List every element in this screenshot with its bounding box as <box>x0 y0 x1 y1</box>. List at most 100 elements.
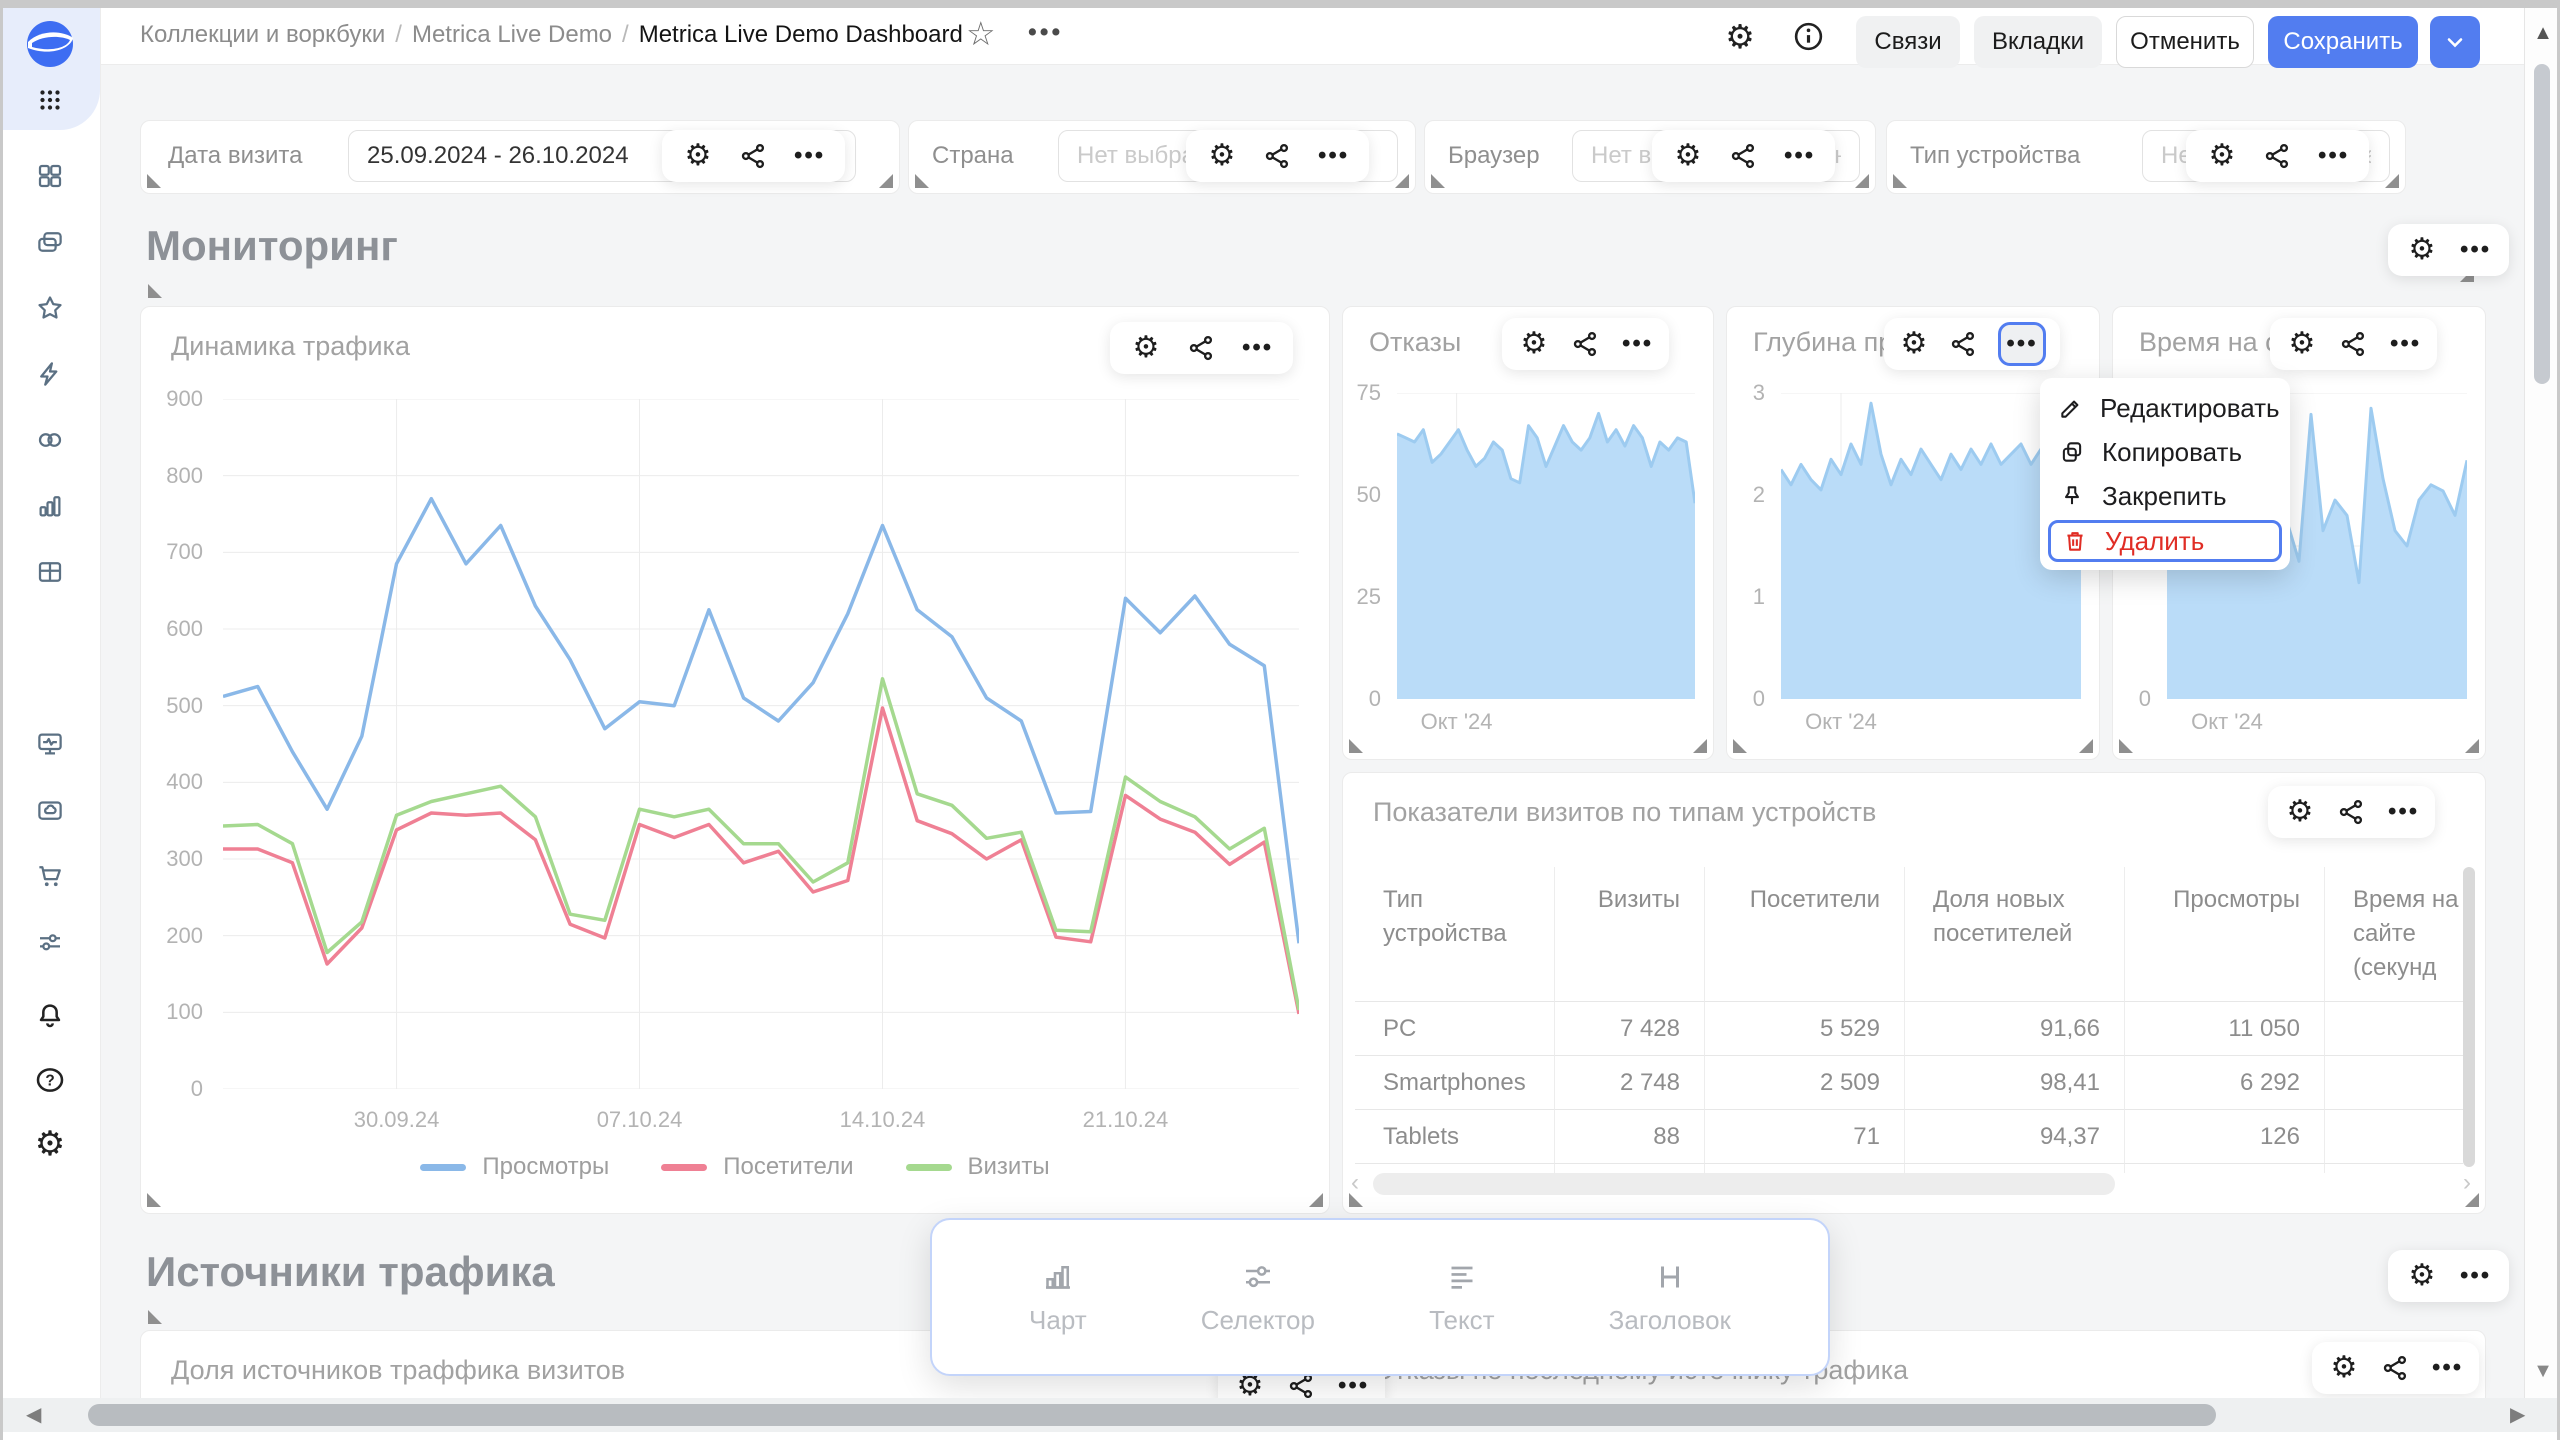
legend-item[interactable]: Визиты <box>906 1153 1050 1181</box>
links-icon[interactable] <box>1728 140 1760 172</box>
menu-item-delete[interactable]: Удалить <box>2048 520 2282 562</box>
resize-handle[interactable] <box>1693 739 1707 753</box>
links-icon[interactable] <box>738 140 770 172</box>
sidebar-item-quick-actions[interactable] <box>0 350 100 398</box>
resize-handle[interactable] <box>147 174 161 188</box>
breadcrumb-workbook[interactable]: Metrica Live Demo <box>412 21 612 48</box>
sidebar-item-charts[interactable] <box>0 482 100 530</box>
resize-handle[interactable] <box>1431 174 1445 188</box>
vertical-scrollbar-thumb[interactable] <box>2534 64 2550 384</box>
more-icon[interactable]: ••• <box>2460 1264 2491 1288</box>
save-button[interactable]: Сохранить <box>2268 16 2418 68</box>
more-icon-focused[interactable]: ••• <box>1998 322 2046 366</box>
sidebar-item-datasets[interactable] <box>0 416 100 464</box>
resize-handle[interactable] <box>1395 174 1409 188</box>
menu-item-copy[interactable]: Копировать <box>2040 430 2290 474</box>
more-icon[interactable]: ••• <box>2388 800 2419 824</box>
notifications-bell-icon[interactable] <box>0 992 100 1040</box>
dashboard-settings-gear-icon[interactable]: ⚙ <box>1722 18 1758 54</box>
tabs-button[interactable]: Вкладки <box>1974 16 2102 68</box>
more-icon[interactable]: ••• <box>2318 144 2349 168</box>
gear-icon[interactable]: ⚙ <box>1672 140 1704 172</box>
scroll-left-icon[interactable]: ◀ <box>26 1402 41 1427</box>
add-selector-button[interactable]: Селектор <box>1201 1259 1315 1336</box>
resize-handle[interactable] <box>2465 1193 2479 1207</box>
relations-button[interactable]: Связи <box>1856 16 1960 68</box>
sidebar-item-marketplace[interactable] <box>0 852 100 900</box>
table-horizontal-scrollbar[interactable] <box>1373 1173 2115 1195</box>
gear-icon[interactable]: ⚙ <box>1130 332 1162 364</box>
sidebar-item-dashboards[interactable] <box>0 152 100 200</box>
bounces-chart[interactable] <box>1397 393 1695 699</box>
resize-handle[interactable] <box>2119 739 2133 753</box>
links-icon[interactable] <box>1262 140 1294 172</box>
menu-item-edit[interactable]: Редактировать <box>2040 386 2290 430</box>
resize-handle[interactable] <box>1349 1193 1363 1207</box>
cancel-button[interactable]: Отменить <box>2116 16 2254 68</box>
sidebar-item-services[interactable] <box>0 918 100 966</box>
resize-handle[interactable] <box>1349 739 1363 753</box>
links-icon[interactable] <box>1186 332 1218 364</box>
resize-handle[interactable] <box>148 1310 162 1324</box>
gear-icon[interactable]: ⚙ <box>2284 796 2316 828</box>
table-vertical-scrollbar[interactable] <box>2463 867 2475 1167</box>
more-icon[interactable]: ••• <box>1622 332 1653 356</box>
resize-handle[interactable] <box>2385 174 2399 188</box>
links-icon[interactable] <box>2336 796 2368 828</box>
more-icon[interactable]: ••• <box>1242 336 1273 360</box>
more-icon[interactable]: ••• <box>1784 144 1815 168</box>
sidebar-item-favorites[interactable] <box>0 284 100 332</box>
gear-icon[interactable]: ⚙ <box>1518 328 1550 360</box>
resize-handle[interactable] <box>148 284 162 298</box>
more-icon[interactable]: ••• <box>1318 144 1349 168</box>
sidebar-item-monitoring[interactable] <box>0 720 100 768</box>
legend-item[interactable]: Посетители <box>661 1153 853 1181</box>
add-text-button[interactable]: Текст <box>1429 1259 1494 1336</box>
resize-handle[interactable] <box>2465 739 2479 753</box>
gear-icon[interactable]: ⚙ <box>2286 328 2318 360</box>
settings-gear-icon[interactable]: ⚙ <box>0 1120 100 1168</box>
resize-handle[interactable] <box>879 174 893 188</box>
legend-item[interactable]: Просмотры <box>420 1153 609 1181</box>
gear-icon[interactable]: ⚙ <box>2206 140 2238 172</box>
horizontal-scrollbar-thumb[interactable] <box>88 1404 2216 1426</box>
depth-chart[interactable] <box>1781 393 2081 699</box>
links-icon[interactable] <box>2380 1352 2412 1384</box>
help-icon[interactable]: ? <box>0 1056 100 1104</box>
more-icon[interactable]: ••• <box>794 144 825 168</box>
scroll-up-icon[interactable]: ▲ <box>2525 22 2560 45</box>
links-icon[interactable] <box>2338 328 2370 360</box>
datalens-logo-icon[interactable] <box>0 16 100 72</box>
more-icon[interactable]: ••• <box>2460 238 2491 262</box>
resize-handle[interactable] <box>915 174 929 188</box>
gear-icon[interactable]: ⚙ <box>1206 140 1238 172</box>
resize-handle[interactable] <box>1309 1193 1323 1207</box>
gear-icon[interactable]: ⚙ <box>682 140 714 172</box>
resize-handle[interactable] <box>1893 174 1907 188</box>
links-icon[interactable] <box>2262 140 2294 172</box>
add-chart-button[interactable]: Чарт <box>1029 1259 1087 1336</box>
more-icon[interactable]: ••• <box>2390 332 2421 356</box>
sidebar-item-tables[interactable] <box>0 548 100 596</box>
resize-handle[interactable] <box>2079 739 2093 753</box>
more-icon[interactable]: ••• <box>1338 1374 1369 1398</box>
gear-icon[interactable]: ⚙ <box>1898 328 1930 360</box>
resize-handle[interactable] <box>1733 739 1747 753</box>
sidebar-item-collections[interactable] <box>0 218 100 266</box>
favorite-star-icon[interactable]: ☆ <box>966 14 996 53</box>
info-icon[interactable] <box>1790 18 1826 54</box>
save-dropdown-button[interactable] <box>2430 16 2480 68</box>
breadcrumb-collections[interactable]: Коллекции и воркбуки <box>140 21 385 48</box>
resize-handle[interactable] <box>1855 174 1869 188</box>
apps-grid-icon[interactable] <box>0 76 100 124</box>
more-icon[interactable]: ••• <box>2432 1356 2463 1380</box>
gear-icon[interactable]: ⚙ <box>2406 234 2438 266</box>
sidebar-item-storage[interactable] <box>0 786 100 834</box>
resize-handle[interactable] <box>147 1193 161 1207</box>
breadcrumb-more-icon[interactable]: ••• <box>1028 18 1063 47</box>
links-icon[interactable] <box>1570 328 1602 360</box>
menu-item-pin[interactable]: Закрепить <box>2040 474 2290 518</box>
scroll-down-icon[interactable]: ▼ <box>2525 1360 2560 1383</box>
scroll-right-icon[interactable]: ▶ <box>2510 1402 2525 1427</box>
gear-icon[interactable]: ⚙ <box>2328 1352 2360 1384</box>
